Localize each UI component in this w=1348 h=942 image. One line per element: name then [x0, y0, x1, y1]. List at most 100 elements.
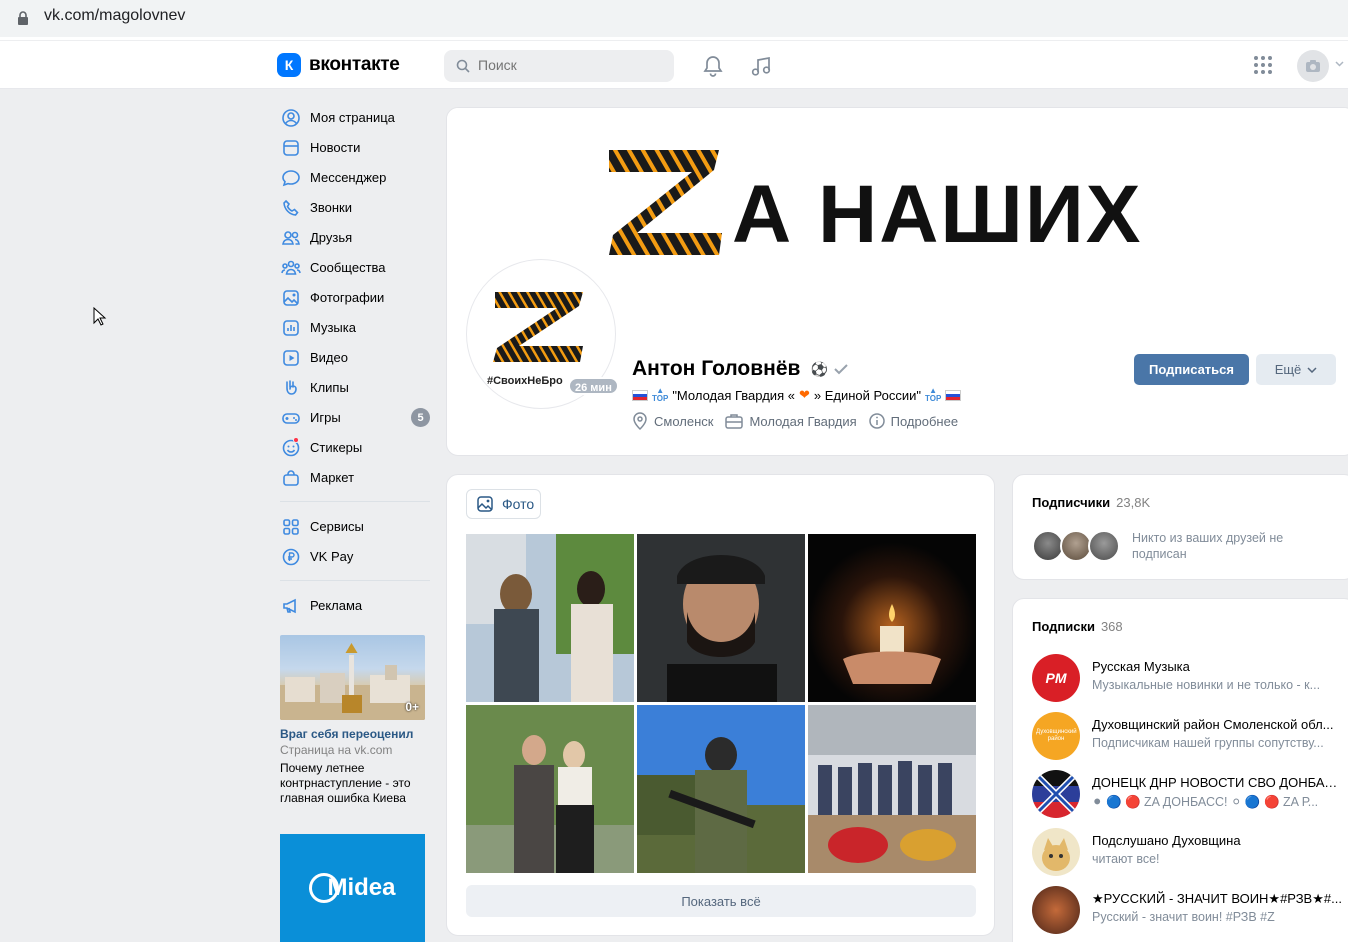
profile-card: А НАШИХ #СвоихНеБро Антон Головнёв ⚽ ▲ TO…: [446, 107, 1348, 456]
dnr-flag-avatar: [1032, 770, 1080, 818]
photo-thumbnail[interactable]: [466, 705, 634, 873]
nav-label: Игры: [310, 410, 341, 425]
ad-banner-midea[interactable]: Midea: [280, 834, 425, 942]
music-note-icon[interactable]: [750, 55, 772, 77]
profile-more-info[interactable]: Подробнее: [868, 413, 959, 429]
camera-icon: [1306, 60, 1320, 72]
nav-label: Клипы: [310, 380, 349, 395]
nav-label: Сервисы: [310, 519, 364, 534]
more-button[interactable]: Ещё: [1256, 354, 1336, 385]
following-item[interactable]: ДОНЕЦК ДНР НОВОСТИ СВО ДОНБАС... ⚫ 🔵 🔴 Z…: [1032, 770, 1342, 818]
vk-logo[interactable]: К вконтакте: [277, 53, 400, 77]
midea-brand-text: Midea: [327, 874, 396, 901]
nav-label: Звонки: [310, 200, 352, 215]
chevron-down-icon: [1307, 366, 1317, 373]
user-avatar[interactable]: [1297, 50, 1329, 82]
following-card: Подписки 368 РМ Русская Музыка Музыкальны…: [1012, 598, 1348, 942]
gamepad-icon: [282, 413, 300, 424]
mouse-cursor-icon: [93, 307, 107, 326]
cover-text: А НАШИХ: [732, 169, 1143, 260]
search-input[interactable]: [478, 57, 658, 73]
nav-item-vkpay[interactable]: VK Pay: [280, 541, 430, 571]
nav-item-clips[interactable]: Клипы: [280, 372, 430, 402]
nav-item-photos[interactable]: Фотографии: [280, 282, 430, 312]
following-item[interactable]: РМ Русская Музыка Музыкальные новинки и …: [1032, 654, 1342, 702]
photo-couple: [466, 705, 634, 873]
briefcase-icon: [725, 414, 744, 429]
avatar-hashtag: #СвоихНеБро: [487, 375, 563, 387]
following-item[interactable]: Подслушано Духовщина читают все!: [1032, 828, 1342, 876]
group-avatar: Духовщинский район: [1032, 712, 1080, 760]
photo-thumbnail[interactable]: [637, 705, 805, 873]
nav-divider: [280, 580, 430, 581]
following-count: 368: [1100, 619, 1123, 634]
profile-status: ▲ TOP "Молодая Гвардия « ❤ » Единой Росси…: [632, 387, 962, 403]
photo-candle: [808, 534, 976, 702]
following-title-text: Подписки: [1032, 619, 1095, 634]
following-item[interactable]: Духовщинский район Духовщинский район См…: [1032, 712, 1342, 760]
online-status-badge: 26 мин: [568, 377, 619, 395]
photo-thumbnail[interactable]: [808, 705, 976, 873]
top-label: TOP: [652, 394, 669, 403]
search-icon: [456, 59, 470, 73]
following-title[interactable]: Подписки 368: [1032, 619, 1123, 634]
group-name: Подслушано Духовщина: [1092, 833, 1241, 848]
nav-item-my-page[interactable]: Моя страница: [280, 102, 430, 132]
browser-address-bar: vk.com/magolovnev: [0, 0, 1348, 40]
more-info-text: Подробнее: [890, 413, 959, 429]
z-ribbon-logo: [609, 150, 722, 255]
photo-thumbnail[interactable]: [466, 534, 634, 702]
nav-item-video[interactable]: Видео: [280, 342, 430, 372]
photo-tab-label: Фото: [502, 496, 535, 512]
nav-item-music[interactable]: Музыка: [280, 312, 430, 342]
lock-icon: [18, 11, 28, 25]
ad-title[interactable]: Враг себя переоценил: [280, 727, 425, 741]
megaphone-icon: [283, 598, 296, 614]
subscribers-title[interactable]: Подписчики 23,8K: [1032, 495, 1150, 510]
following-item[interactable]: ★РУССКИЙ - ЗНАЧИТ ВОИН★#РЗВ★#... Русский…: [1032, 886, 1342, 934]
photo-tab[interactable]: Фото: [466, 489, 541, 519]
profile-name-text: Антон Головнёв: [632, 357, 801, 380]
nav-item-games[interactable]: Игры 5: [280, 402, 430, 432]
photo-people-outdoor: [466, 534, 634, 702]
nav-label: Друзья: [310, 230, 353, 245]
vkpay-icon: [282, 548, 300, 566]
nav-item-messenger[interactable]: Мессенджер: [280, 162, 430, 192]
midea-logo: Midea: [309, 873, 396, 903]
bell-icon[interactable]: [703, 55, 723, 77]
video-icon: [283, 350, 299, 366]
profile-work[interactable]: Молодая Гвардия: [725, 413, 857, 429]
nav-divider: [280, 501, 430, 502]
chevron-down-icon[interactable]: [1335, 61, 1344, 67]
nav-item-news[interactable]: Новости: [280, 132, 430, 162]
vk-logo-icon: К: [277, 53, 301, 77]
search-box[interactable]: [444, 50, 674, 82]
ad-text: Почему летнее контрнаступление - это гла…: [280, 761, 411, 805]
city-text: Смоленск: [654, 413, 714, 429]
nav-item-calls[interactable]: Звонки: [280, 192, 430, 222]
nav-item-market[interactable]: Маркет: [280, 462, 430, 492]
show-all-photos-button[interactable]: Показать всё: [466, 885, 976, 917]
subscribe-button[interactable]: Подписаться: [1134, 354, 1249, 385]
nav-item-friends[interactable]: Друзья: [280, 222, 430, 252]
nav-item-stickers[interactable]: Стикеры: [280, 432, 430, 462]
photo-thumbnail[interactable]: [808, 534, 976, 702]
group-avatar: [1032, 828, 1080, 876]
phone-icon: [283, 199, 299, 216]
nav-label: VK Pay: [310, 549, 354, 564]
ad-block[interactable]: 0+ Враг себя переоценил Страница на vk.c…: [280, 635, 425, 806]
nav-item-services[interactable]: Сервисы: [280, 511, 430, 541]
user-circle-icon: [282, 109, 300, 127]
ad-domain: Страница на vk.com: [280, 743, 393, 757]
photo-thumbnail[interactable]: [637, 534, 805, 702]
address-bar-background: [0, 0, 1348, 37]
profile-city[interactable]: Смоленск: [632, 412, 713, 430]
apps-grid-icon[interactable]: [1254, 56, 1272, 74]
ad-city-picture: [280, 643, 425, 720]
subscriber-avatars: [1032, 530, 1120, 562]
url-text[interactable]: vk.com/magolovnev: [44, 7, 185, 25]
nav-item-ads[interactable]: Реклама: [280, 590, 430, 620]
nav-item-communities[interactable]: Сообщества: [280, 252, 430, 282]
ad-image[interactable]: 0+: [280, 635, 425, 720]
subscriber-avatar[interactable]: [1088, 530, 1120, 562]
